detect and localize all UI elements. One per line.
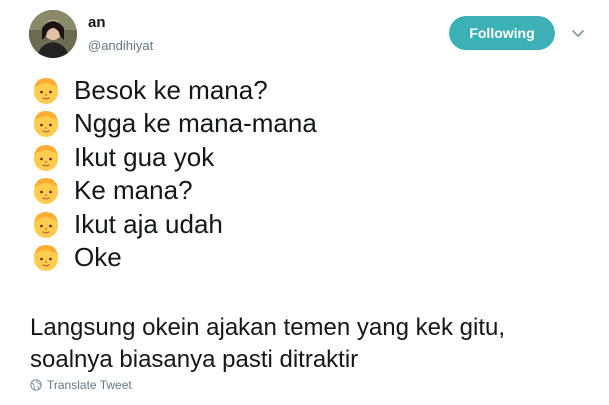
line-text: Ikut aja udah bbox=[74, 208, 223, 239]
line-text: Oke bbox=[74, 242, 122, 273]
person-emoji-icon bbox=[30, 241, 62, 273]
conversation: Besok ke mana? Ngga ke mana-mana Ikut gu… bbox=[30, 73, 317, 274]
conversation-line: Ke mana? bbox=[30, 174, 317, 208]
conversation-line: Oke bbox=[30, 241, 317, 275]
globe-icon bbox=[30, 379, 42, 391]
person-emoji-icon bbox=[30, 208, 62, 240]
line-text: Ikut gua yok bbox=[74, 141, 215, 172]
caption-line: Langsung okein ajakan temen yang kek git… bbox=[30, 314, 505, 341]
following-button[interactable]: Following bbox=[449, 16, 555, 50]
line-text: Besok ke mana? bbox=[74, 74, 268, 105]
conversation-line: Ikut gua yok bbox=[30, 140, 317, 174]
avatar-photo-icon bbox=[29, 10, 77, 58]
conversation-line: Ikut aja udah bbox=[30, 207, 317, 241]
person-emoji-icon bbox=[30, 174, 62, 206]
tweet-card: an @andihiyat Following Besok ke mana? N… bbox=[0, 0, 609, 405]
user-handle[interactable]: @andihiyat bbox=[88, 38, 153, 54]
avatar[interactable] bbox=[29, 10, 77, 58]
person-emoji-icon bbox=[30, 141, 62, 173]
conversation-line: Ngga ke mana-mana bbox=[30, 107, 317, 141]
translate-tweet-link[interactable]: Translate Tweet bbox=[30, 378, 132, 392]
display-name[interactable]: an bbox=[88, 14, 106, 32]
line-text: Ngga ke mana-mana bbox=[74, 108, 317, 139]
person-emoji-icon bbox=[30, 74, 62, 106]
caption-line: soalnya biasanya pasti ditraktir bbox=[30, 346, 359, 373]
tweet-caption: Langsung okein ajakan temen yang kek git… bbox=[30, 312, 505, 376]
conversation-line: Besok ke mana? bbox=[30, 73, 317, 107]
line-text: Ke mana? bbox=[74, 175, 193, 206]
translate-label[interactable]: Translate Tweet bbox=[47, 378, 132, 392]
chevron-down-icon[interactable] bbox=[570, 27, 586, 41]
person-emoji-icon bbox=[30, 107, 62, 139]
